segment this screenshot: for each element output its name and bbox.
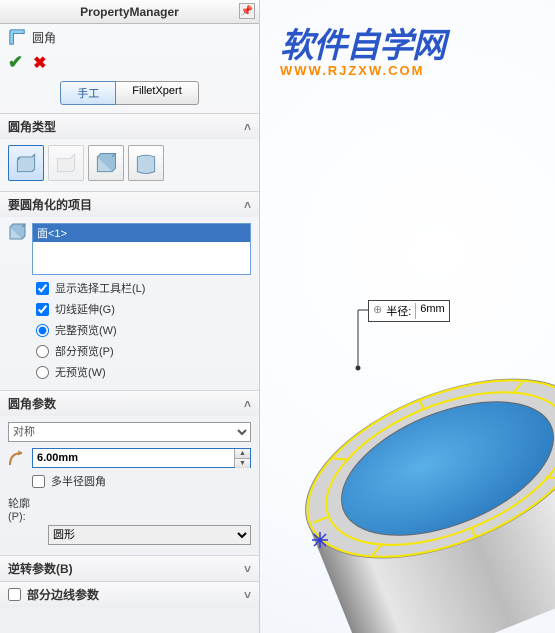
pm-header: PropertyManager 📌 <box>0 0 259 24</box>
section-header-params[interactable]: 圆角参数 ˄ <box>0 390 259 416</box>
show-toolbar-checkbox[interactable] <box>36 282 49 295</box>
callout-label: 半径: <box>386 303 416 319</box>
full-preview-label: 完整预览(W) <box>55 322 117 338</box>
tab-filletxpert[interactable]: FilletXpert <box>116 81 199 105</box>
selection-item[interactable]: 面<1> <box>33 224 250 242</box>
radius-input[interactable] <box>33 449 234 467</box>
profile-row: 轮廓(P): <box>8 495 251 523</box>
spin-down[interactable]: ▼ <box>235 459 250 468</box>
tangent-checkbox[interactable] <box>36 303 49 316</box>
selection-icon <box>8 223 26 241</box>
pm-title: PropertyManager <box>80 5 179 19</box>
fillet-icon <box>8 28 26 46</box>
feature-title-row: 圆角 <box>0 24 259 50</box>
radius-icon <box>8 449 26 467</box>
fillet-type-face[interactable] <box>88 145 124 181</box>
partial-edge-checkbox[interactable] <box>8 588 21 601</box>
feature-name: 圆角 <box>32 29 56 46</box>
section-header-partial-edge[interactable]: 部分边线参数 ˅ <box>0 581 259 607</box>
radius-callout[interactable]: ⊕ 半径: 6mm <box>368 300 450 322</box>
pin-button[interactable]: 📌 <box>239 3 255 19</box>
profile-label: 轮廓(P): <box>8 495 42 523</box>
multi-radius-row[interactable]: 多半径圆角 <box>32 473 251 489</box>
section-title-reverse: 逆转参数(B) <box>8 560 73 577</box>
full-preview-row[interactable]: 完整预览(W) <box>36 322 251 338</box>
fillet-type-variable[interactable] <box>48 145 84 181</box>
tangent-label: 切线延伸(G) <box>55 301 115 317</box>
chevron-down-icon: ˅ <box>244 562 251 576</box>
tangent-row[interactable]: 切线延伸(G) <box>36 301 251 317</box>
multi-radius-label: 多半径圆角 <box>51 473 106 489</box>
partial-preview-row[interactable]: 部分预览(P) <box>36 343 251 359</box>
tab-manual[interactable]: 手工 <box>60 81 116 105</box>
partial-preview-label: 部分预览(P) <box>55 343 114 359</box>
confirm-row: ✔ ✖ <box>0 50 259 79</box>
graphics-viewport[interactable]: 软件自学网 WWW.RJZXW.COM <box>260 0 555 633</box>
section-title-items: 要圆角化的项目 <box>8 196 92 213</box>
profile-select[interactable]: 圆形 <box>48 525 251 545</box>
section-body-type <box>0 139 259 191</box>
full-preview-radio[interactable] <box>36 324 49 337</box>
cancel-button[interactable]: ✖ <box>33 53 46 73</box>
fillet-type-full-round[interactable] <box>128 145 164 181</box>
section-title-params: 圆角参数 <box>8 395 56 412</box>
no-preview-row[interactable]: 无预览(W) <box>36 364 251 380</box>
ok-button[interactable]: ✔ <box>8 52 23 73</box>
callout-handle-icon[interactable]: ⊕ <box>373 303 382 319</box>
section-body-items: 面<1> 显示选择工具栏(L) 切线延伸(G) 完整预览(W) 部分预览(P) … <box>0 217 259 390</box>
section-title-type: 圆角类型 <box>8 118 56 135</box>
show-toolbar-label: 显示选择工具栏(L) <box>55 280 145 296</box>
radius-spinner: ▲ ▼ <box>234 449 250 467</box>
section-header-items[interactable]: 要圆角化的项目 ˄ <box>0 191 259 217</box>
chevron-up-icon: ˄ <box>244 120 251 134</box>
spin-up[interactable]: ▲ <box>235 449 250 459</box>
callout-value[interactable]: 6mm <box>420 303 444 319</box>
method-select[interactable]: 对称 <box>8 422 251 442</box>
fillet-type-constant[interactable] <box>8 145 44 181</box>
selection-list[interactable]: 面<1> <box>32 223 251 275</box>
partial-preview-radio[interactable] <box>36 345 49 358</box>
section-header-reverse[interactable]: 逆转参数(B) ˅ <box>0 555 259 581</box>
section-title-partial-edge: 部分边线参数 <box>27 586 244 603</box>
property-manager-panel: PropertyManager 📌 圆角 ✔ ✖ 手工 FilletXpert … <box>0 0 260 633</box>
fillet-type-row <box>8 145 251 181</box>
chevron-up-icon: ˄ <box>244 397 251 411</box>
chevron-up-icon: ˄ <box>244 198 251 212</box>
no-preview-radio[interactable] <box>36 366 49 379</box>
radius-input-wrapper: ▲ ▼ <box>32 448 251 468</box>
show-toolbar-row[interactable]: 显示选择工具栏(L) <box>36 280 251 296</box>
chevron-down-icon: ˅ <box>244 588 251 602</box>
multi-radius-checkbox[interactable] <box>32 475 45 488</box>
section-body-params: 对称 ▲ ▼ 多半径圆角 轮廓(P): 圆形 <box>0 416 259 555</box>
mode-tabs: 手工 FilletXpert <box>0 81 259 105</box>
section-header-type[interactable]: 圆角类型 ˄ <box>0 113 259 139</box>
no-preview-label: 无预览(W) <box>55 364 106 380</box>
